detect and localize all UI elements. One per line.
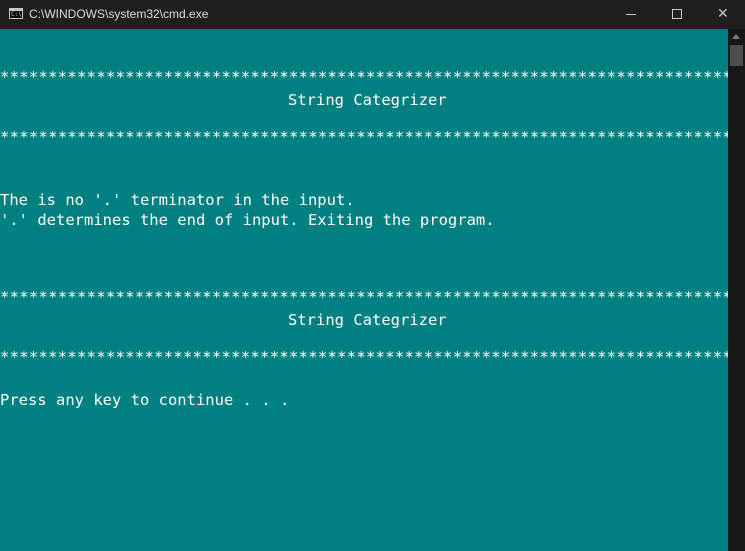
separator-line: ****************************************…	[0, 128, 728, 146]
maximize-icon	[672, 9, 682, 19]
error-message: The is no '.' terminator in the input.	[0, 191, 355, 209]
scroll-up-icon[interactable]	[732, 34, 740, 39]
minimize-button[interactable]	[607, 0, 653, 29]
title-bar[interactable]: C:\ C:\WINDOWS\system32\cmd.exe ✕	[0, 0, 745, 29]
scrollbar-thumb[interactable]	[730, 45, 743, 66]
close-button[interactable]: ✕	[699, 0, 745, 29]
separator-line: ****************************************…	[0, 348, 728, 366]
continue-prompt: Press any key to continue . . .	[0, 391, 290, 409]
console-output[interactable]: ****************************************…	[0, 29, 728, 551]
vertical-scrollbar[interactable]	[728, 29, 745, 551]
window-title: C:\WINDOWS\system32\cmd.exe	[29, 7, 209, 21]
program-header: String Categrizer	[288, 311, 447, 329]
exit-message: '.' determines the end of input. Exiting…	[0, 211, 495, 229]
program-header: String Categrizer	[288, 91, 447, 109]
maximize-button[interactable]	[653, 0, 699, 29]
minimize-icon	[626, 14, 636, 15]
cmd-icon[interactable]: C:\	[9, 8, 23, 19]
cmd-window: C:\ C:\WINDOWS\system32\cmd.exe ✕ ******…	[0, 0, 745, 551]
close-icon: ✕	[717, 6, 729, 22]
separator-line: ****************************************…	[0, 68, 728, 86]
separator-line: ****************************************…	[0, 288, 728, 306]
